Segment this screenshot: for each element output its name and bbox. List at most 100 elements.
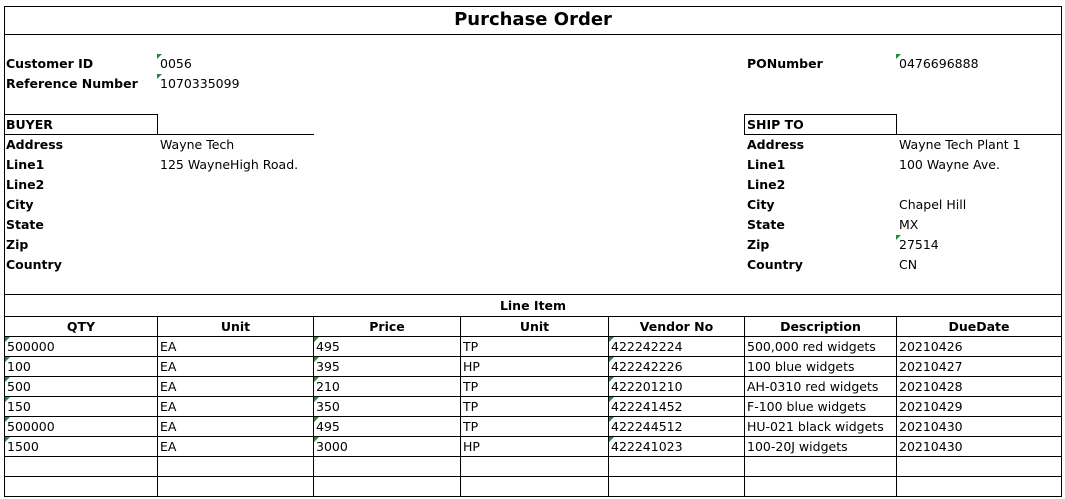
cell-unit-2: HP xyxy=(460,356,609,377)
cell-value: 422242224 xyxy=(611,339,683,354)
cell-description: 100 blue widgets xyxy=(744,356,897,377)
column-header-unit: Unit xyxy=(157,316,314,337)
cell-value: 395 xyxy=(316,359,340,374)
cell-description xyxy=(744,476,897,497)
buyer-state-label: State xyxy=(6,217,44,232)
cell-qty xyxy=(4,476,158,497)
column-header-unit-2: Unit xyxy=(460,316,609,337)
cell-price: 495 xyxy=(313,336,461,357)
cell-value: AH-0310 red widgets xyxy=(747,379,879,394)
cell-duedate xyxy=(896,476,1062,497)
cell-value: 20210428 xyxy=(899,379,963,394)
cell-value: 3000 xyxy=(316,439,348,454)
cell-unit-2: TP xyxy=(460,376,609,397)
cell-price: 395 xyxy=(313,356,461,377)
ship-to-zip-label: Zip xyxy=(747,237,770,252)
number-as-text-marker xyxy=(314,377,319,382)
cell-unit-2: HP xyxy=(460,436,609,457)
cell-value: 210 xyxy=(316,379,340,394)
page-title: Purchase Order xyxy=(454,9,612,30)
cell-value: TP xyxy=(463,339,479,354)
number-as-text-marker xyxy=(609,417,614,422)
cell-value: F-100 blue widgets xyxy=(747,399,867,414)
ship-to-city-value: Chapel Hill xyxy=(899,197,967,212)
cell-value: 500000 xyxy=(7,339,55,354)
table-row: 1500 EA 3000 HP 422241023 100-20J widgets 2021… xyxy=(4,436,1062,457)
number-as-text-marker xyxy=(314,357,319,362)
number-as-text-marker xyxy=(609,357,614,362)
cell-unit: EA xyxy=(157,396,314,417)
cell-value: HP xyxy=(463,359,480,374)
ship-to-line1-label: Line1 xyxy=(747,157,786,172)
number-as-text-marker xyxy=(5,357,10,362)
table-row: 150 EA 350 TP 422241452 F-100 blue widgets 202… xyxy=(4,396,1062,417)
cell-value: 100 blue widgets xyxy=(747,359,855,374)
reference-number-label: Reference Number xyxy=(6,76,138,91)
reference-number-value: 1070335099 xyxy=(160,76,240,91)
column-header-vendor-no: Vendor No xyxy=(608,316,745,337)
cell-value: 1500 xyxy=(7,439,39,454)
cell-price: 350 xyxy=(313,396,461,417)
table-row: 500000 EA 495 TP 422242224 500,000 red widget… xyxy=(4,336,1062,357)
buyer-country-label: Country xyxy=(6,257,62,272)
number-as-text-marker xyxy=(5,397,10,402)
number-as-text-marker xyxy=(5,417,10,422)
cell-value: 20210430 xyxy=(899,419,963,434)
cell-vendor-no: 422241452 xyxy=(608,396,745,417)
table-row xyxy=(4,456,1062,477)
ship-to-country-label: Country xyxy=(747,257,803,272)
number-as-text-marker xyxy=(314,397,319,402)
po-number-value: 0476696888 xyxy=(899,56,979,71)
cell-value: 100 xyxy=(7,359,31,374)
cell-qty: 500000 xyxy=(4,416,158,437)
cell-duedate: 20210430 xyxy=(896,416,1062,437)
buyer-city-label: City xyxy=(6,197,34,212)
cell-value: TP xyxy=(463,379,479,394)
cell-value: TP xyxy=(463,419,479,434)
column-header-description: Description xyxy=(744,316,897,337)
number-as-text-marker xyxy=(609,437,614,442)
cell-duedate: 20210430 xyxy=(896,436,1062,457)
cell-unit-2 xyxy=(460,476,609,497)
column-header-duedate: DueDate xyxy=(896,316,1062,337)
ship-to-header: SHIP TO xyxy=(747,117,804,132)
buyer-header: BUYER xyxy=(6,117,53,132)
cell-value: TP xyxy=(463,399,479,414)
cell-unit-2: TP xyxy=(460,336,609,357)
line-item-table: QTY Unit Price Unit Vendor No Descriptio… xyxy=(4,316,1062,497)
cell-vendor-no: 422201210 xyxy=(608,376,745,397)
cell-vendor-no xyxy=(608,476,745,497)
ship-to-address-label: Address xyxy=(747,137,805,152)
cell-unit: EA xyxy=(157,436,314,457)
number-as-text-marker xyxy=(609,397,614,402)
customer-id-value: 0056 xyxy=(160,56,192,71)
cell-value: EA xyxy=(160,339,177,354)
cell-unit-2: TP xyxy=(460,416,609,437)
cell-duedate: 20210427 xyxy=(896,356,1062,377)
ship-to-line1-value: 100 Wayne Ave. xyxy=(899,157,1000,172)
table-header-row: QTY Unit Price Unit Vendor No Descriptio… xyxy=(4,316,1062,337)
ship-to-state-label: State xyxy=(747,217,785,232)
ship-to-zip-value: 27514 xyxy=(899,237,939,252)
cell-duedate: 20210426 xyxy=(896,336,1062,357)
cell-duedate: 20210428 xyxy=(896,376,1062,397)
cell-value: 422241023 xyxy=(611,439,683,454)
customer-id-label: Customer ID xyxy=(6,56,94,71)
ship-to-line2-label: Line2 xyxy=(747,177,786,192)
title-underline xyxy=(4,34,1062,35)
po-number-label: PONumber xyxy=(747,56,823,71)
ship-to-address-value: Wayne Tech Plant 1 xyxy=(899,137,1021,152)
cell-unit-2 xyxy=(460,456,609,477)
cell-description: 500,000 red widgets xyxy=(744,336,897,357)
cell-value: EA xyxy=(160,419,177,434)
ship-to-country-value: CN xyxy=(899,257,918,272)
buyer-zip-label: Zip xyxy=(6,237,29,252)
cell-qty xyxy=(4,456,158,477)
buyer-line1-value: 125 WayneHigh Road. xyxy=(160,157,299,172)
cell-vendor-no: 422242224 xyxy=(608,336,745,357)
cell-price xyxy=(313,476,461,497)
cell-value: 500000 xyxy=(7,419,55,434)
number-as-text-marker xyxy=(5,437,10,442)
column-header-price: Price xyxy=(313,316,461,337)
cell-qty: 1500 xyxy=(4,436,158,457)
